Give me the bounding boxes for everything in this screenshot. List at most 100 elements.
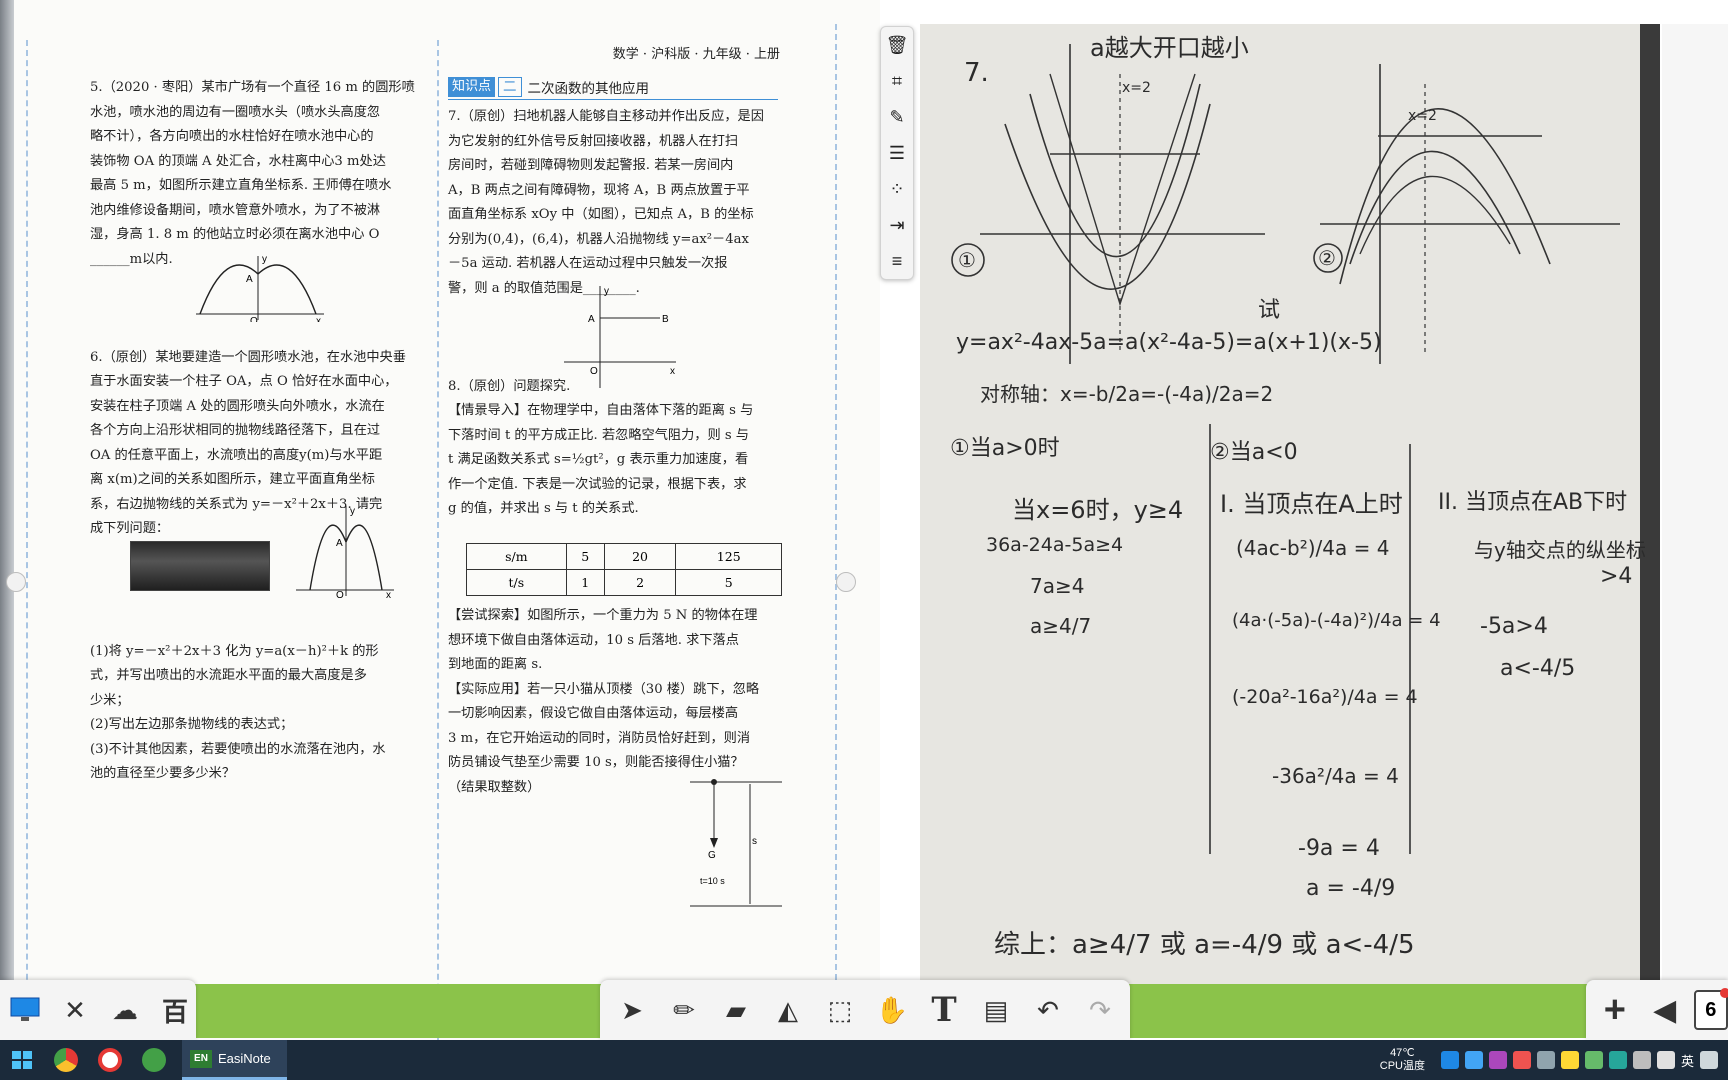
network-icon[interactable] (1656, 1051, 1675, 1069)
dots-icon[interactable]: ⁘ (881, 171, 913, 207)
pen-icon[interactable]: ✏ (662, 988, 706, 1032)
fountain-graph-5: A O y x (196, 254, 324, 322)
text-line: 安装在柱子顶端 A 处的圆形喷头向外喷水，水流在 (90, 398, 385, 414)
section-title: 二次函数的其他应用 (527, 81, 650, 97)
handwritten-photo: a越大开口越小 7. x=2 x=2 ① ② 试 y=ax²-4ax-5a=a(… (920, 24, 1660, 984)
select-icon[interactable]: ➤ (610, 988, 654, 1032)
windows-start-icon[interactable] (0, 1040, 44, 1080)
taskbar: EN EasiNote 47℃ CPU温度 英 (0, 1040, 1728, 1080)
green-app-icon[interactable] (132, 1040, 176, 1080)
hand-icon[interactable]: ✋ (870, 988, 914, 1032)
table-cell: 20 (603, 543, 677, 570)
hw-graph-label-2: ② (1318, 246, 1336, 270)
table-cell: t/s (466, 569, 567, 596)
text-line: t 满足函数关系式 s=½gt²，g 表示重力加速度，看 (448, 452, 749, 467)
label-o-fig5: O (250, 316, 258, 322)
tray-app-icon[interactable] (1488, 1051, 1507, 1069)
hw-symmetry-axis: 对称轴：x=-b/2a=-(-4a)/2a=2 (980, 382, 1274, 406)
page-count: 6 (1705, 998, 1717, 1021)
text-line: 式，并写出喷出的水流距水平面的最大高度是多 (90, 668, 367, 683)
tray-app-icon[interactable] (1464, 1051, 1483, 1069)
crop-icon[interactable]: ⌗ (881, 63, 913, 99)
label-a-fig6: A (336, 538, 343, 549)
table-cell: 5 (675, 569, 782, 596)
fold-line-left (26, 40, 28, 1040)
eraser-icon[interactable]: ▰ (714, 988, 758, 1032)
tray-app-icon[interactable] (1584, 1051, 1603, 1069)
volume-icon[interactable] (1632, 1051, 1651, 1069)
left-column: 5.（2020 · 枣阳）某市广场有一个直径 16 m 的圆形喷 水池，喷水池的周… (90, 76, 428, 787)
browser-g-icon[interactable] (88, 1040, 132, 1080)
main-toolbar: ➤ ✏ ▰ ◭ ⬚ ✋ T ▤ ↶ ↷ (600, 980, 1130, 1040)
tray-app-icon[interactable] (1560, 1051, 1579, 1069)
text-line: 水池，喷水池的周边有一圈喷水头（喷水头高度忽 (90, 104, 381, 120)
cube-icon[interactable]: ⬚ (818, 988, 862, 1032)
screen: 数学 · 沪科版 · 九年级 · 上册 知识点 二 二次函数的其他应用 5.（2… (0, 0, 1728, 1080)
tools-icon[interactable]: ✕ (54, 988, 96, 1032)
hw-case2-I: I. 当顶点在A上时 (1220, 490, 1403, 518)
desktop-icon[interactable] (4, 988, 46, 1032)
hw-step-3: (-20a²-16a²)/4a = 4 (1232, 686, 1418, 708)
text-line: 防员铺设气垫至少需要 10 s，则能否接得住小猫？ (448, 755, 744, 770)
text-line: 6.（原创）某地要建造一个圆形喷水池，在水池中央垂 (90, 349, 406, 365)
resize-handle-left[interactable] (6, 572, 26, 592)
notification-icon[interactable] (1700, 1051, 1718, 1069)
delete-icon[interactable]: 🗑 (881, 27, 913, 63)
tray-app-icon[interactable] (1536, 1051, 1555, 1069)
system-tray: 47℃ CPU温度 英 (1380, 1040, 1728, 1080)
cpu-temp-value: 47℃ (1390, 1047, 1415, 1059)
text-line: 略不计），各方向喷出的水柱恰好在喷水池中心的 (90, 129, 374, 144)
free-fall-figure: G s t=10 s (690, 779, 782, 907)
hw-top-note: a越大开口越小 (1090, 34, 1249, 62)
taskbar-easinote[interactable]: EN EasiNote (182, 1040, 287, 1080)
align-icon[interactable]: ☰ (881, 135, 913, 171)
chrome-icon[interactable] (44, 1040, 88, 1080)
note-icon[interactable]: ▤ (974, 988, 1018, 1032)
text-line: 5.（2020 · 枣阳）某市广场有一个直径 16 m 的圆形喷 (90, 80, 415, 95)
text-line: 池的直径至少要多少米？ (90, 766, 236, 781)
page-spine (0, 0, 14, 1040)
cloud-icon[interactable]: ☁ (104, 988, 146, 1032)
fold-line-right (835, 24, 837, 1040)
label-b-fig7: B (662, 314, 669, 325)
hw-step-1: (4ac-b²)/4a = 4 (1236, 536, 1390, 560)
prev-page-icon[interactable]: ◀ (1644, 988, 1686, 1032)
page-count-badge[interactable]: 6 (1693, 988, 1728, 1030)
undo-icon[interactable]: ↶ (1026, 988, 1070, 1032)
text-line: －5a 运动. 若机器人在运动过程中只触发一次报 (448, 256, 728, 271)
label-y-fig6: y (350, 506, 355, 517)
section-number: 二 (498, 77, 522, 97)
section-tag-label: 知识点 (448, 77, 496, 97)
text-line: A，B 两点之间有障碍物，现将 A，B 两点放置于平 (448, 182, 750, 198)
add-page-icon[interactable]: + (1594, 988, 1636, 1032)
label-s: s (752, 836, 757, 847)
fountain-graph-6: A O y x (296, 506, 394, 598)
label-x-fig7: x (670, 366, 675, 377)
text-line: 湿，身高 1. 8 m 的他站立时必须在离水池中心 O (90, 227, 380, 242)
text-line: 少米； (90, 692, 130, 708)
menu-icon[interactable]: ≡ (881, 243, 913, 279)
text-line: 池内维修设备期间，喷水管意外喷水，为了不被淋 (90, 202, 381, 218)
hundred-icon[interactable]: 百 (154, 988, 196, 1032)
redo-icon[interactable]: ↷ (1078, 988, 1122, 1032)
resize-handle-right[interactable] (836, 572, 856, 592)
hw-axis-right: x=2 (1408, 108, 1437, 124)
hw-step-2: (4a·(-5a)-(-4a)²)/4a = 4 (1232, 610, 1441, 631)
text-line: 作一个定值. 下表是一次试验的记录，根据下表，求 (448, 476, 747, 492)
hw-case-2: ②当a<0 (1210, 440, 1298, 465)
tray-app-icon[interactable] (1512, 1051, 1531, 1069)
label-y-fig7: y (604, 286, 609, 297)
hw-case-1: ①当a>0时 (950, 436, 1060, 461)
edit-image-icon[interactable]: ✎ (881, 99, 913, 135)
tray-app-icon[interactable] (1440, 1051, 1459, 1069)
export-icon[interactable]: ⇥ (881, 207, 913, 243)
shape-icon[interactable]: ◭ (766, 988, 810, 1032)
left-toolbar: ✕ ☁ 百 (0, 980, 196, 1040)
text-tool-button[interactable]: T (922, 988, 966, 1032)
ime-indicator[interactable]: 英 (1681, 1051, 1694, 1070)
text-line: 装饰物 OA 的顶端 A 处汇合，水柱离中心3 m处达 (90, 153, 386, 169)
hw-step-5: -9a = 4 (1298, 836, 1380, 861)
label-t10: t=10 s (700, 876, 725, 886)
tray-app-icon[interactable] (1608, 1051, 1627, 1069)
label-a-fig5: A (246, 274, 253, 285)
